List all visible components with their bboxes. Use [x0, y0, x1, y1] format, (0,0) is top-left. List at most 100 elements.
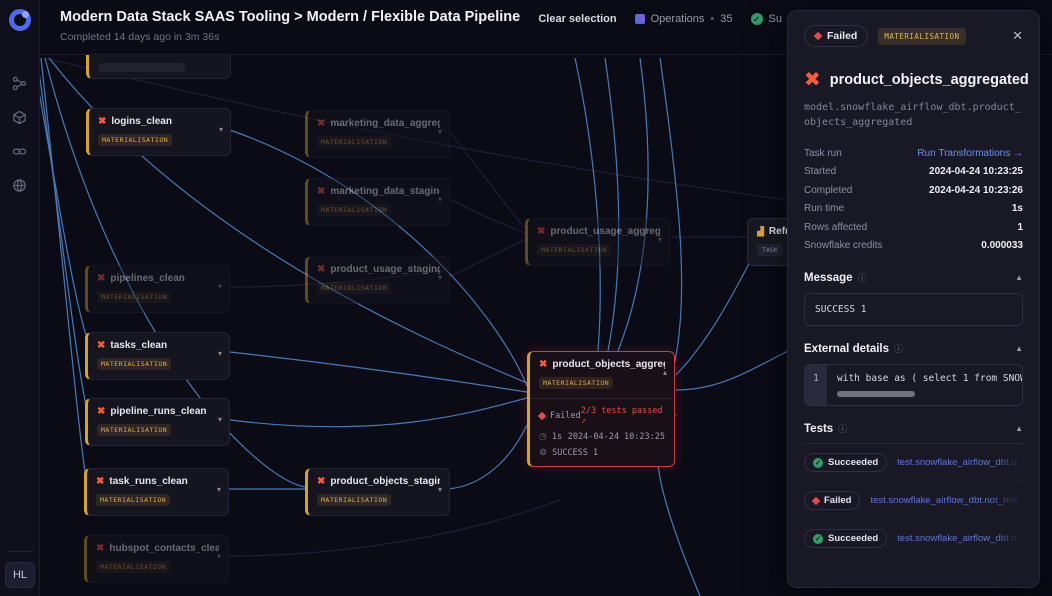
chevron-down-icon[interactable]: ▾	[438, 485, 442, 494]
panel-title: product_objects_aggregated	[830, 72, 1029, 88]
collapse-icon[interactable]: ▲	[1015, 344, 1023, 353]
horizontal-scrollbar[interactable]	[837, 391, 915, 397]
bar-chart-icon: ▟	[757, 226, 764, 237]
dag-node-pipeline-runs-clean[interactable]: ✖pipeline_runs_clean ▾ MATERIALISATION	[85, 398, 230, 446]
dag-node-product-usage-aggregated[interactable]: ✖product_usage_aggregated ▾ MATERIALISAT…	[525, 218, 670, 266]
detail-value: 0.000033	[981, 240, 1023, 251]
dag-node-product-usage-staging[interactable]: ✖product_usage_staging ▾ MATERIALISATION	[305, 256, 450, 304]
pipeline-graph-icon[interactable]	[12, 75, 28, 91]
chevron-down-icon[interactable]: ▾	[219, 125, 223, 134]
message-section: Message ⓘ ▲ SUCCESS 1	[804, 271, 1023, 326]
node-run-time: 1s	[552, 432, 562, 442]
integrations-globe-icon[interactable]	[12, 177, 28, 193]
app-logo-icon[interactable]	[9, 9, 31, 31]
materialisation-badge: MATERIALISATION	[96, 494, 170, 506]
node-skeleton-pill	[98, 63, 186, 72]
dbt-icon: ✖	[317, 476, 325, 487]
node-name: logins_clean	[111, 116, 172, 127]
materialisation-badge: MATERIALISATION	[539, 377, 613, 389]
check-circle-icon: ✓	[813, 458, 823, 468]
detail-value: 1	[1017, 222, 1023, 233]
gear-icon: ⚙	[539, 447, 547, 458]
materialisation-badge: MATERIALISATION	[97, 291, 171, 303]
collapse-icon[interactable]: ▲	[1015, 424, 1023, 433]
dbt-icon: ✖	[804, 67, 821, 92]
chevron-down-icon[interactable]: ▾	[438, 273, 442, 282]
node-name: task_runs_clean	[109, 476, 187, 487]
dbt-icon: ✖	[317, 118, 325, 129]
task-run-link[interactable]: Run Transformations →	[917, 148, 1023, 159]
dbt-icon: ✖	[96, 543, 104, 554]
chevron-up-icon[interactable]: ▴	[663, 368, 667, 377]
info-icon: ⓘ	[838, 422, 847, 435]
materialisation-badge: MATERIALISATION	[317, 136, 391, 148]
dag-node-logins-clean[interactable]: ✖logins_clean ▾ MATERIALISATION	[86, 108, 231, 156]
dag-node-marketing-data-aggregated[interactable]: ✖marketing_data_aggregated ▾ MATERIALISA…	[305, 110, 450, 158]
sidebar: HL	[0, 0, 40, 596]
test-link[interactable]: test.snowflake_airflow_dbt.not_null_pr	[897, 533, 1023, 544]
detail-label: Snowflake credits	[804, 240, 882, 251]
clear-selection-button[interactable]: Clear selection	[538, 13, 616, 25]
test-link[interactable]: test.snowflake_airflow_dbt.unique_pro	[897, 457, 1023, 468]
chevron-down-icon[interactable]: ▾	[218, 415, 222, 424]
dbt-icon: ✖	[317, 186, 325, 197]
dag-node-pipelines-clean[interactable]: ✖pipelines_clean ▾ MATERIALISATION	[85, 265, 230, 313]
products-cube-icon[interactable]	[12, 109, 28, 125]
user-avatar[interactable]: HL	[5, 562, 35, 588]
status-label: Failed	[827, 30, 857, 42]
materialisation-badge: MATERIALISATION	[98, 134, 172, 146]
close-icon[interactable]: ✕	[1012, 28, 1023, 44]
test-status-badge: Failed	[804, 491, 860, 510]
tests-summary-link[interactable]: 2/3 tests passed ↗	[581, 406, 665, 426]
chevron-down-icon[interactable]: ▾	[438, 127, 442, 136]
run-status-subtitle: Completed 14 days ago in 3m 36s	[60, 31, 219, 43]
materialisation-badge: MATERIALISATION	[97, 424, 171, 436]
dag-node-product-objects-staging[interactable]: ✖product_objects_staging ▾ MATERIALISATI…	[305, 468, 450, 516]
detail-label: Run time	[804, 203, 844, 214]
node-name: product_objects_aggregated	[552, 359, 665, 370]
detail-row-rows-affected: Rows affected 1	[804, 218, 1023, 237]
sql-code-block[interactable]: 1 with base as ( select 1 from SNOWFLAKE	[804, 364, 1023, 406]
dag-node-hubspot-contacts-clean[interactable]: ✖hubspot_contacts_clean ▾ MATERIALISATIO…	[84, 535, 229, 583]
node-message: SUCCESS 1	[552, 448, 598, 458]
failed-diamond-icon	[812, 496, 820, 504]
test-link[interactable]: test.snowflake_airflow_dbt.not_null_pr	[870, 495, 1023, 506]
detail-row-completed: Completed 2024-04-24 10:23:26	[804, 181, 1023, 200]
chevron-down-icon[interactable]: ▾	[217, 485, 221, 494]
detail-panel: Failed MATERIALISATION ✕ ✖ product_objec…	[787, 10, 1040, 588]
dag-node-clipped-top[interactable]	[86, 55, 231, 79]
section-title: External details	[804, 343, 889, 355]
section-title: Message	[804, 272, 853, 284]
message-content: SUCCESS 1	[804, 293, 1023, 326]
detail-value: 1s	[1012, 203, 1023, 214]
materialisation-badge: MATERIALISATION	[878, 28, 965, 45]
dag-node-task-runs-clean[interactable]: ✖task_runs_clean ▾ MATERIALISATION	[84, 468, 229, 516]
dbt-icon: ✖	[537, 226, 545, 237]
sql-code: with base as ( select 1 from SNOWFLAKE	[837, 373, 1022, 384]
node-name: pipelines_clean	[110, 273, 184, 284]
connections-link-icon[interactable]	[12, 143, 28, 159]
line-number: 1	[805, 365, 827, 405]
info-icon: ⓘ	[858, 271, 867, 284]
chevron-down-icon[interactable]: ▾	[658, 235, 662, 244]
separator-dot: •	[710, 13, 714, 25]
chevron-down-icon[interactable]: ▾	[218, 349, 222, 358]
operations-counter: Operations • 35	[635, 13, 733, 25]
dag-node-product-objects-aggregated-selected[interactable]: ✖product_objects_aggregated ▴ MATERIALIS…	[527, 351, 675, 467]
materialisation-badge: MATERIALISATION	[317, 494, 391, 506]
dag-node-tasks-clean[interactable]: ✖tasks_clean ▾ MATERIALISATION	[85, 332, 230, 380]
materialisation-badge: MATERIALISATION	[96, 561, 170, 573]
chevron-down-icon[interactable]: ▾	[218, 282, 222, 291]
operations-icon	[635, 14, 645, 24]
collapse-icon[interactable]: ▲	[1015, 273, 1023, 282]
detail-label: Started	[804, 166, 836, 177]
dag-node-marketing-data-staging[interactable]: ✖marketing_data_staging ▾ MATERIALISATIO…	[305, 178, 450, 226]
detail-row-snowflake-credits: Snowflake credits 0.000033	[804, 237, 1023, 256]
check-circle-icon: ✓	[751, 13, 763, 25]
tests-section: Tests ⓘ ▲ ✓ Succeeded test.snowflake_air…	[804, 422, 1023, 557]
chevron-down-icon[interactable]: ▾	[438, 195, 442, 204]
node-timestamp: 2024-04-24 10:23:25	[568, 432, 665, 442]
detail-label: Completed	[804, 185, 852, 196]
node-name: product_usage_aggregated	[550, 226, 660, 237]
chevron-down-icon[interactable]: ▾	[217, 552, 221, 561]
